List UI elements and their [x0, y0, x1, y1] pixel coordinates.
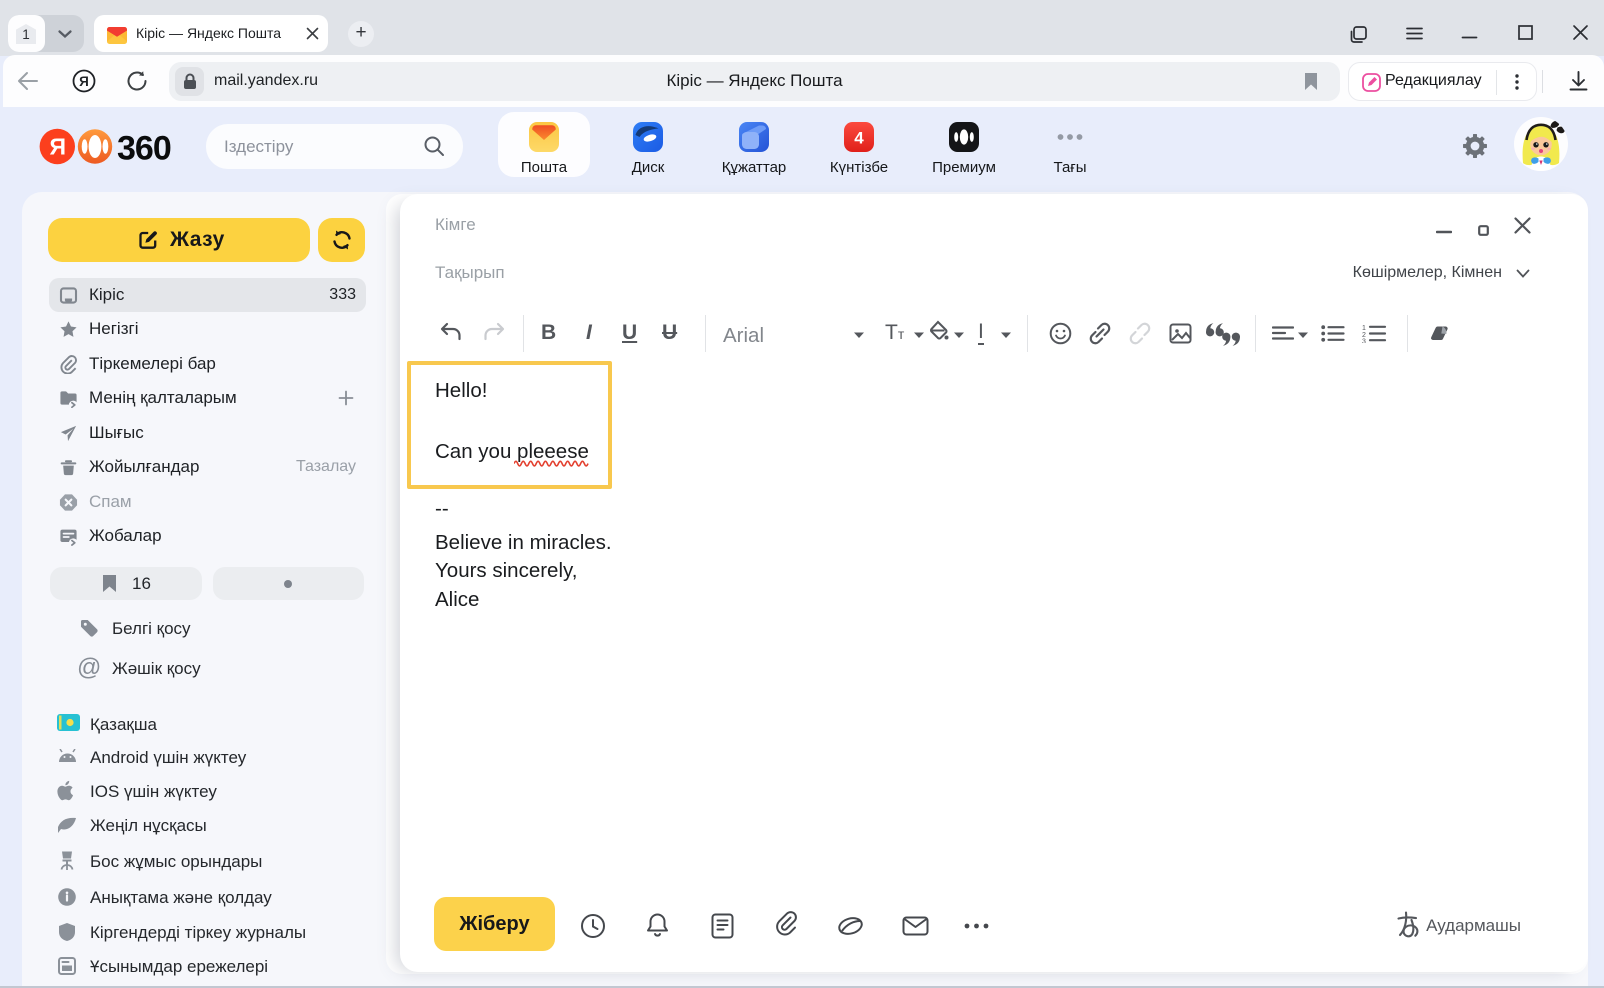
- svg-text:360: 360: [117, 130, 171, 166]
- svg-text:3: 3: [1362, 339, 1366, 344]
- svg-text:Я: Я: [50, 134, 67, 160]
- svg-text:Я: Я: [79, 74, 89, 89]
- svg-text:4: 4: [854, 129, 864, 148]
- svg-text:1: 1: [1362, 325, 1366, 332]
